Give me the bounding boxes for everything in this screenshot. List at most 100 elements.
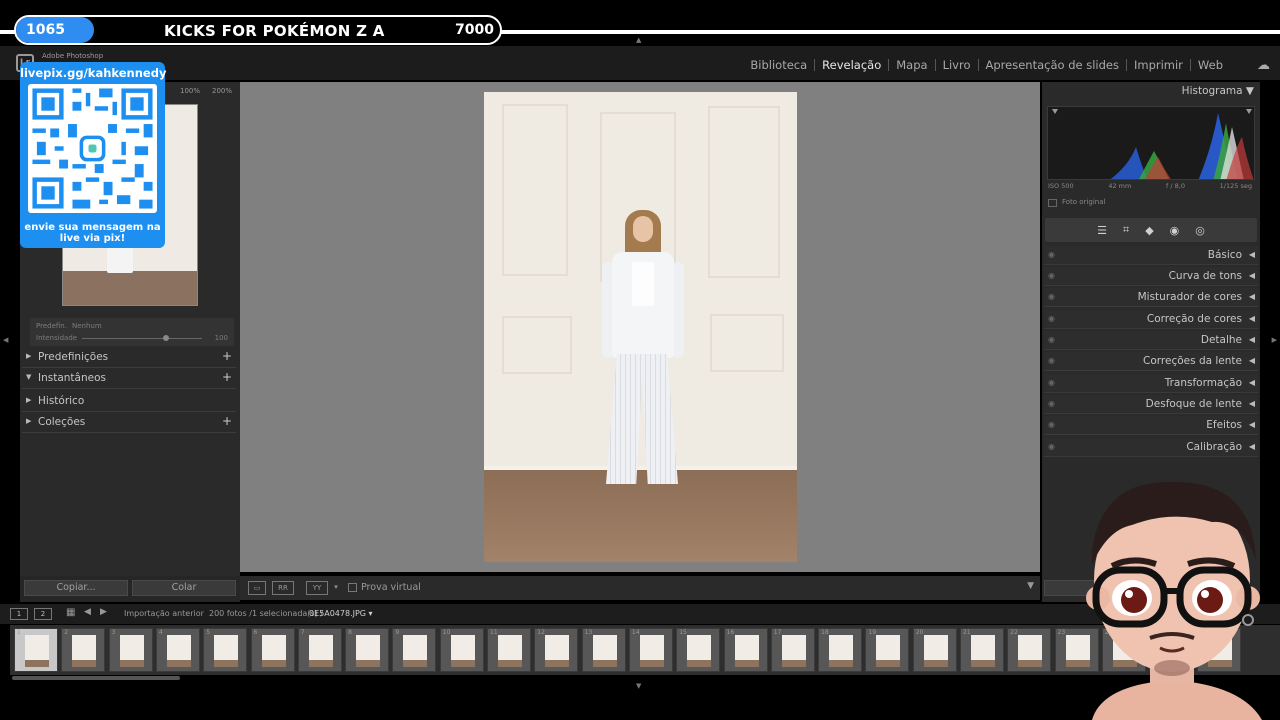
section-calibration[interactable]: ◉ Calibração ◀ xyxy=(1044,438,1258,457)
sliders-icon[interactable]: ☰ xyxy=(1097,224,1107,237)
main-window-button[interactable]: 1 xyxy=(10,608,28,620)
loupe-view-icon[interactable]: ▭ xyxy=(248,581,266,595)
section-color-mixer[interactable]: ◉ Misturador de cores ◀ xyxy=(1044,288,1258,307)
filmstrip-scrollbar[interactable] xyxy=(12,676,180,680)
eye-icon[interactable]: ◉ xyxy=(1048,250,1055,259)
chevron-down-icon[interactable]: ▾ xyxy=(332,581,340,595)
filmstrip-thumbnail[interactable]: 16 xyxy=(723,628,768,672)
right-panel-toggle-icon[interactable]: ▶ xyxy=(1272,336,1277,344)
eye-icon[interactable]: ◉ xyxy=(1048,442,1055,451)
section-tone-curve[interactable]: ◉ Curva de tons ◀ xyxy=(1044,267,1258,286)
photo-canvas[interactable] xyxy=(240,82,1040,572)
red-eye-icon[interactable]: ◉ xyxy=(1170,224,1180,237)
preset-value[interactable]: Nenhum xyxy=(72,322,102,330)
bottom-panel-toggle-icon[interactable]: ▼ xyxy=(636,682,641,690)
filmstrip-thumbnail[interactable]: 15 xyxy=(676,628,721,672)
filmstrip-thumbnail[interactable]: 14 xyxy=(628,628,673,672)
before-after-icon[interactable]: RR xyxy=(272,581,294,595)
crop-icon[interactable]: ⌗ xyxy=(1123,223,1129,237)
intensity-slider[interactable] xyxy=(82,338,202,339)
section-effects[interactable]: ◉ Efeitos ◀ xyxy=(1044,416,1258,435)
section-transform[interactable]: ◉ Transformação ◀ xyxy=(1044,374,1258,393)
filmstrip-thumbnail[interactable]: 19 xyxy=(865,628,910,672)
filmstrip-thumbnail[interactable]: 20 xyxy=(912,628,957,672)
paste-button[interactable]: Colar xyxy=(132,580,236,596)
histogram[interactable] xyxy=(1047,106,1255,180)
eye-icon[interactable]: ◉ xyxy=(1048,271,1055,280)
original-photo-checkbox[interactable] xyxy=(1048,199,1057,207)
cloud-icon[interactable]: ☁ xyxy=(1257,58,1270,73)
zoom-200[interactable]: 200% xyxy=(212,87,232,95)
thumbnail-image xyxy=(1018,635,1043,667)
filmstrip-thumbnail[interactable]: 12 xyxy=(534,628,579,672)
filmstrip-thumbnail[interactable]: 18 xyxy=(818,628,863,672)
filmstrip-thumbnail[interactable]: 7 xyxy=(297,628,342,672)
section-detail[interactable]: ◉ Detalhe ◀ xyxy=(1044,331,1258,350)
add-icon[interactable]: + xyxy=(222,414,232,428)
filmstrip-filename[interactable]: 0E5A0478.JPG ▾ xyxy=(309,609,373,618)
module-revelacao[interactable]: Revelação xyxy=(815,58,888,72)
section-snapshots[interactable]: ▼ Instantâneos + xyxy=(22,369,236,389)
thumbnail-number: 9 xyxy=(395,629,400,636)
filmstrip-thumbnail[interactable]: 9 xyxy=(392,628,437,672)
filmstrip-thumbnail[interactable]: 11 xyxy=(487,628,531,672)
eraser-icon[interactable]: ◆ xyxy=(1145,224,1153,237)
filmstrip-thumbnail[interactable]: 1 xyxy=(14,628,58,672)
filmstrip-thumbnail[interactable]: 6 xyxy=(250,628,295,672)
section-color-grading[interactable]: ◉ Correção de cores ◀ xyxy=(1044,310,1258,329)
filmstrip-thumbnail[interactable]: 10 xyxy=(439,628,484,672)
filmstrip-source[interactable]: Importação anterior xyxy=(124,609,204,618)
add-icon[interactable]: + xyxy=(222,349,232,363)
histogram-title[interactable]: Histograma ▼ xyxy=(1182,85,1254,97)
left-panel-toggle-icon[interactable]: ◀ xyxy=(3,336,8,344)
back-arrow-icon[interactable]: ◀ xyxy=(84,607,91,617)
copy-button[interactable]: Copiar... xyxy=(24,580,128,596)
filmstrip-thumbnail[interactable]: 17 xyxy=(770,628,815,672)
filmstrip-thumbnail[interactable]: 8 xyxy=(345,628,390,672)
module-mapa[interactable]: Mapa xyxy=(889,58,934,72)
eye-icon[interactable]: ◉ xyxy=(1048,378,1055,387)
eye-icon[interactable]: ◉ xyxy=(1048,314,1055,323)
section-history[interactable]: ▶ Histórico xyxy=(22,392,236,412)
top-panel-toggle-icon[interactable]: ▲ xyxy=(636,36,641,44)
intensity-slider-knob[interactable] xyxy=(163,335,169,341)
section-basic[interactable]: ◉ Básico ◀ xyxy=(1044,246,1258,265)
module-imprimir[interactable]: Imprimir xyxy=(1127,58,1190,72)
filmstrip-thumbnail[interactable]: 5 xyxy=(203,628,248,672)
shadow-clip-icon[interactable] xyxy=(1052,109,1058,114)
add-icon[interactable]: + xyxy=(222,370,232,384)
mask-icon[interactable]: ◎ xyxy=(1195,224,1205,237)
module-livro[interactable]: Livro xyxy=(936,58,978,72)
compare-view-icon[interactable]: YY xyxy=(306,581,328,595)
filmstrip-thumbnail[interactable]: 2 xyxy=(61,628,106,672)
thumbnail-number: 10 xyxy=(442,629,451,636)
filmstrip-thumbnail[interactable]: 22 xyxy=(1007,628,1052,672)
eye-icon[interactable]: ◉ xyxy=(1048,399,1055,408)
section-presets[interactable]: ▶ Predefinições + xyxy=(22,348,236,368)
second-window-button[interactable]: 2 xyxy=(34,608,52,620)
expand-triangle-icon: ▶ xyxy=(26,417,32,425)
forward-arrow-icon[interactable]: ▶ xyxy=(100,607,107,617)
module-apresentacao-de-slides[interactable]: Apresentação de slides xyxy=(979,58,1126,72)
filmstrip-thumbnail[interactable]: 21 xyxy=(960,628,1004,672)
eye-icon[interactable]: ◉ xyxy=(1048,420,1055,429)
toolbar-menu-icon[interactable]: ▼ xyxy=(1027,581,1034,591)
module-biblioteca[interactable]: Biblioteca xyxy=(743,58,814,72)
zoom-100[interactable]: 100% xyxy=(180,87,200,95)
grid-icon[interactable]: ▦ xyxy=(66,607,75,618)
section-collections[interactable]: ▶ Coleções + xyxy=(22,413,236,433)
section-lens-blur[interactable]: ◉ Desfoque de lente ◀ xyxy=(1044,395,1258,414)
main-photo[interactable] xyxy=(484,92,797,562)
soft-proof-checkbox[interactable] xyxy=(348,583,357,592)
eye-icon[interactable]: ◉ xyxy=(1048,292,1055,301)
module-web[interactable]: Web xyxy=(1191,58,1230,72)
original-photo-label: Foto original xyxy=(1062,198,1106,206)
highlight-clip-icon[interactable] xyxy=(1246,109,1252,114)
eye-icon[interactable]: ◉ xyxy=(1048,356,1055,365)
filmstrip-thumbnail[interactable]: 4 xyxy=(155,628,200,672)
filmstrip-thumbnail[interactable]: 13 xyxy=(581,628,626,672)
section-lens-corrections[interactable]: ◉ Correções da lente ◀ xyxy=(1044,352,1258,371)
filmstrip-thumbnail[interactable]: 3 xyxy=(108,628,153,672)
thumbnail-number: 6 xyxy=(253,629,258,636)
eye-icon[interactable]: ◉ xyxy=(1048,335,1055,344)
